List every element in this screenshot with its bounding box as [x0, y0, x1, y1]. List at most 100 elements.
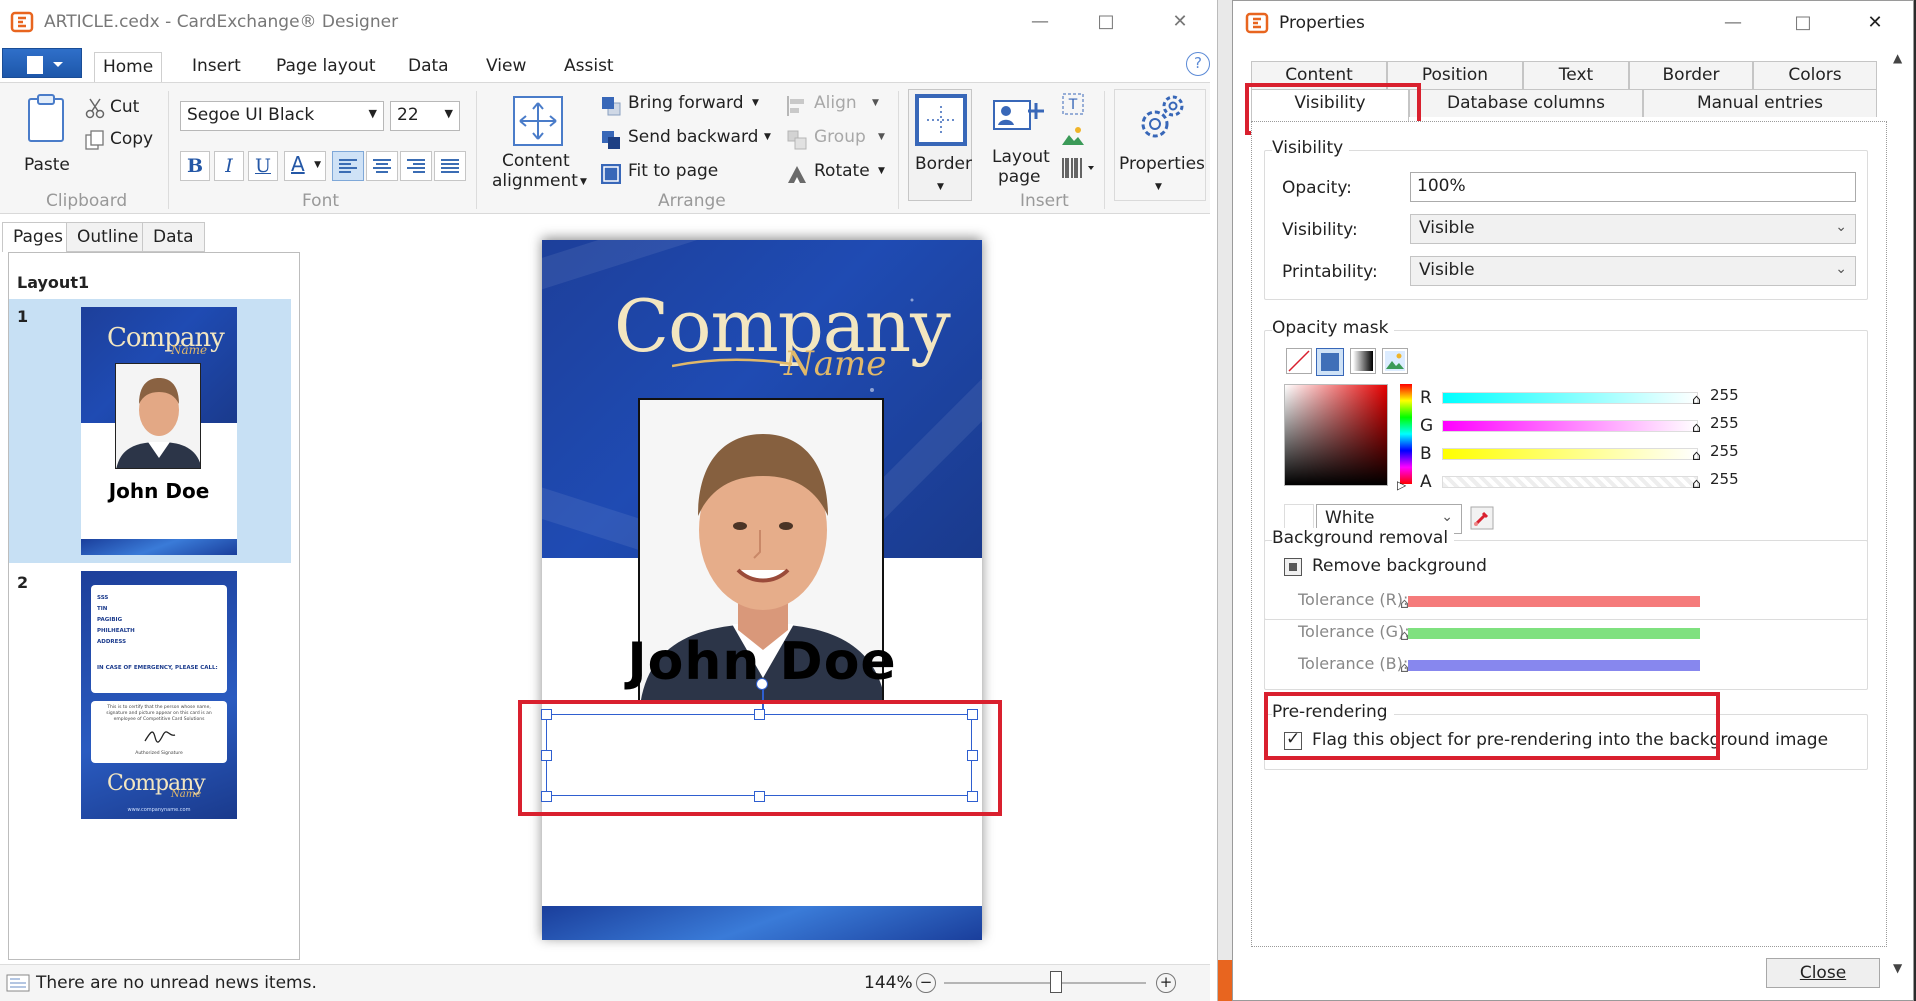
color-picker-square[interactable]: [1284, 384, 1388, 486]
group-button[interactable]: Group ▼: [786, 127, 886, 153]
zoom-in-button[interactable]: +: [1156, 973, 1176, 993]
font-color-button[interactable]: A ▼: [284, 151, 326, 181]
tab-pages[interactable]: Pages: [2, 222, 75, 252]
image-mask-icon[interactable]: [1382, 348, 1408, 374]
ribbon: Paste Cut Copy Clipboard Segoe UI Black …: [0, 82, 1210, 214]
chevron-down-icon: ▼: [444, 107, 453, 120]
eyedropper-icon[interactable]: [1470, 506, 1494, 530]
slider-thumb[interactable]: ⌂: [1692, 448, 1701, 464]
tolerance-b-slider[interactable]: [1408, 660, 1700, 671]
align-button[interactable]: Align ▼: [786, 93, 886, 119]
no-mask-icon[interactable]: [1286, 348, 1312, 374]
italic-button[interactable]: I: [214, 151, 244, 181]
layout-page-button[interactable]: Layout page: [984, 95, 1054, 195]
channel-b-label: B: [1420, 444, 1432, 464]
tab-outline[interactable]: Outline: [66, 222, 150, 252]
opacity-input[interactable]: 100%: [1410, 172, 1856, 202]
content-alignment-button[interactable]: Content alignment ▼: [482, 91, 592, 191]
channel-a-slider[interactable]: [1442, 476, 1698, 488]
tab-view[interactable]: View: [478, 52, 534, 82]
image-icon[interactable]: [1060, 123, 1086, 149]
channel-g-slider[interactable]: [1442, 420, 1698, 432]
close-window-button[interactable]: ✕: [1158, 8, 1202, 36]
font-size-select[interactable]: 22 ▼: [390, 101, 460, 131]
id-field: PHILHEALTH: [97, 628, 135, 634]
gradient-mask-icon[interactable]: [1350, 348, 1376, 374]
remove-background-checkbox[interactable]: [1284, 558, 1302, 576]
ribbon-tabs: Home Insert Page layout Data View Assist…: [0, 46, 1217, 82]
slider-thumb[interactable]: ⌂: [1692, 392, 1701, 408]
zoom-slider-thumb[interactable]: [1050, 971, 1062, 993]
rotation-handle[interactable]: [756, 678, 768, 690]
id-card[interactable]: Company Name John Doe: [542, 240, 982, 940]
slider-thumb[interactable]: ⌂: [1692, 476, 1701, 492]
page-thumbnail-1[interactable]: 1 Company Name John Doe: [9, 299, 291, 563]
underline-button[interactable]: U: [248, 151, 278, 181]
tab-data[interactable]: Data: [400, 52, 457, 82]
tab-insert[interactable]: Insert: [184, 52, 249, 82]
zoom-out-button[interactable]: −: [916, 973, 936, 993]
fit-to-page-button[interactable]: Fit to page: [600, 161, 770, 187]
rotate-button[interactable]: Rotate ▼: [786, 161, 886, 187]
minimize-button[interactable]: —: [1711, 9, 1755, 37]
visibility-select[interactable]: Visible ⌄: [1410, 214, 1856, 244]
tolerance-r-slider[interactable]: [1408, 596, 1700, 607]
slider-thumb[interactable]: ⌂: [1692, 420, 1701, 436]
minimize-button[interactable]: —: [1018, 8, 1062, 36]
hue-slider-thumb[interactable]: ▷: [1397, 478, 1406, 492]
scroll-up-icon[interactable]: ▲: [1893, 51, 1902, 65]
maximize-button[interactable]: □: [1781, 9, 1825, 37]
company-logo-sub: Name: [171, 789, 202, 800]
align-left-button[interactable]: [332, 151, 364, 181]
maximize-button[interactable]: □: [1084, 8, 1128, 36]
solid-mask-icon[interactable]: [1316, 348, 1344, 376]
content-alignment-label: Content: [502, 151, 570, 171]
properties-button[interactable]: Properties ▼: [1114, 89, 1206, 201]
tab-border[interactable]: Border: [1629, 61, 1753, 89]
tab-data-panel[interactable]: Data: [142, 222, 205, 252]
channel-r-slider[interactable]: [1442, 392, 1698, 404]
tab-assist[interactable]: Assist: [556, 52, 622, 82]
printability-value: Visible: [1419, 260, 1475, 280]
close-window-button[interactable]: ✕: [1853, 9, 1897, 37]
tab-manual-entries[interactable]: Manual entries: [1643, 89, 1877, 117]
close-button[interactable]: Close: [1766, 958, 1880, 988]
printability-select[interactable]: Visible ⌄: [1410, 256, 1856, 286]
chevron-down-icon: ▼: [872, 98, 879, 108]
tab-colors[interactable]: Colors: [1753, 61, 1877, 89]
highlight-box-name: [518, 700, 1002, 816]
justify-button[interactable]: [434, 151, 466, 181]
send-backward-button[interactable]: Send backward ▼: [600, 127, 780, 153]
slider-thumb[interactable]: ⌂: [1400, 596, 1409, 612]
font-family-select[interactable]: Segoe UI Black ▼: [180, 101, 384, 131]
copy-button[interactable]: Copy: [110, 129, 153, 149]
photo-thumbnail: [115, 363, 201, 469]
cut-button[interactable]: Cut: [110, 97, 139, 117]
help-icon[interactable]: ?: [1186, 52, 1210, 76]
align-center-button[interactable]: [366, 151, 398, 181]
border-button[interactable]: Border ▼: [908, 89, 972, 201]
hue-slider[interactable]: [1400, 384, 1412, 484]
page-thumbnail-2[interactable]: 2 SSS TIN PAGIBIG PHILHEALTH ADDRESS IN …: [9, 563, 291, 827]
ribbon-separator: [476, 91, 477, 209]
group-label: Group: [814, 127, 866, 147]
bring-forward-button[interactable]: Bring forward ▼: [600, 93, 770, 119]
signature-icon: [143, 727, 177, 745]
barcode-icon[interactable]: [1060, 155, 1096, 181]
text-frame-icon[interactable]: T: [1060, 91, 1086, 117]
scroll-down-icon[interactable]: ▼: [1893, 961, 1902, 975]
file-menu-button[interactable]: [2, 48, 82, 78]
bold-button[interactable]: B: [180, 151, 210, 181]
tolerance-g-slider[interactable]: [1408, 628, 1700, 639]
tab-page-layout[interactable]: Page layout: [268, 52, 384, 82]
channel-a-value: 255: [1710, 470, 1739, 488]
tab-home[interactable]: Home: [94, 52, 163, 82]
design-canvas[interactable]: Company Name John Doe: [308, 220, 1214, 960]
channel-b-slider[interactable]: [1442, 448, 1698, 460]
zoom-slider-track[interactable]: [944, 982, 1146, 984]
align-right-button[interactable]: [400, 151, 432, 181]
slider-thumb[interactable]: ⌂: [1400, 628, 1409, 644]
slider-thumb[interactable]: ⌂: [1400, 660, 1409, 676]
tab-text[interactable]: Text: [1523, 61, 1629, 89]
tab-database-columns[interactable]: Database columns: [1409, 89, 1643, 117]
